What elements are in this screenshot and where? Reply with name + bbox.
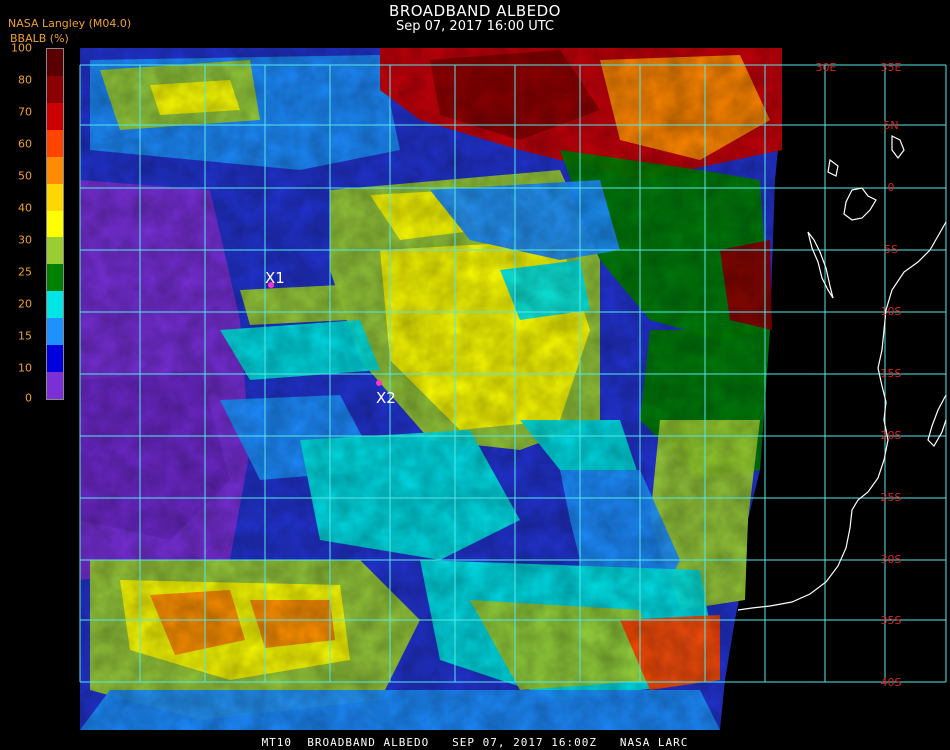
- footer-caption: MT10 BROADBAND ALBEDO SEP 07, 2017 16:00…: [261, 736, 689, 749]
- lat-label: 35S: [881, 614, 902, 627]
- lat-label: 10S: [881, 305, 902, 318]
- lat-label: 5S: [884, 243, 898, 256]
- lat-label: 25S: [881, 491, 902, 504]
- lat-label: 15S: [881, 367, 902, 380]
- lat-label: 30S: [881, 553, 902, 566]
- lat-label: 20S: [881, 429, 902, 442]
- lon-label: 35E: [881, 61, 902, 74]
- albedo-map: 30E 35E 5N 0 5S 10S 15S 20S 25S 30S 35S 40S X1 X2: [79, 48, 947, 730]
- lon-label: 30E: [816, 61, 837, 74]
- marker-point: [376, 380, 382, 386]
- lat-label: 40S: [881, 676, 902, 689]
- marker-label: X2: [376, 389, 396, 407]
- marker-label: X1: [265, 269, 285, 287]
- lat-label: 5N: [883, 119, 898, 132]
- lat-label: 0: [888, 181, 895, 194]
- grid-labels: 30E 35E 5N 0 5S 10S 15S 20S 25S 30S 35S 40S: [816, 61, 902, 689]
- satellite-imagery: [80, 48, 782, 730]
